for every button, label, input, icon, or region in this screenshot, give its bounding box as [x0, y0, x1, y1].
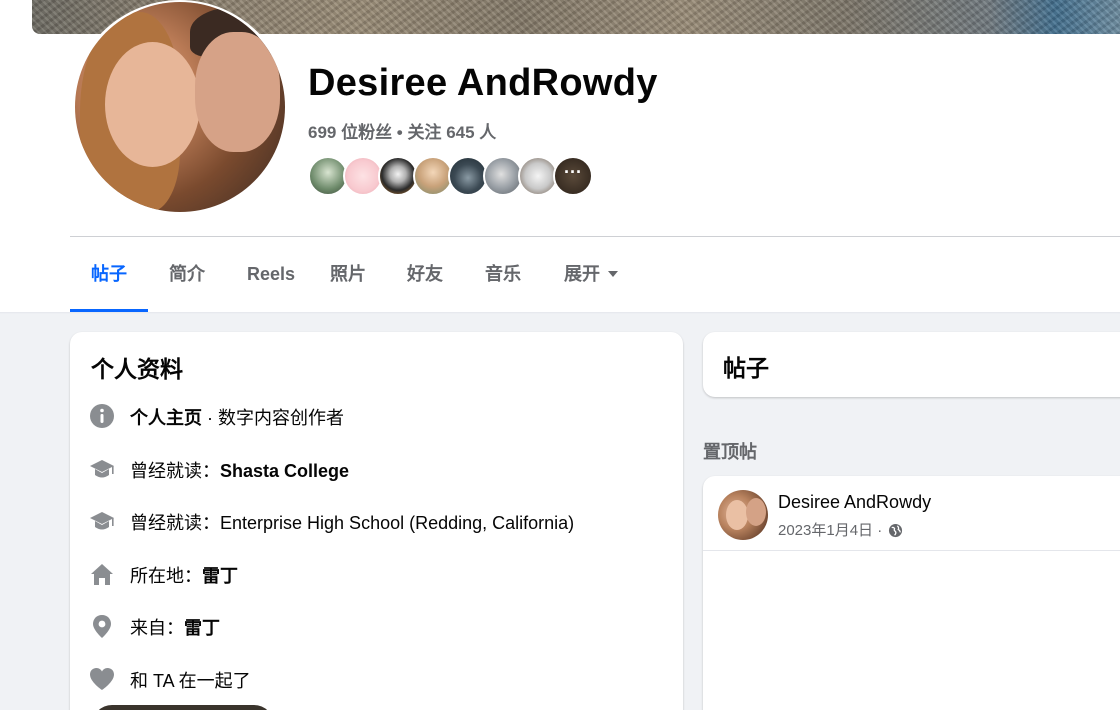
friend-avatar[interactable]: [483, 156, 523, 196]
post-author-avatar[interactable]: [718, 490, 768, 540]
dropdown-caret-icon: [608, 271, 618, 277]
post-meta: 2023年1月4日 ·: [778, 519, 903, 540]
post-date[interactable]: 2023年1月4日 ·: [778, 522, 886, 539]
location-pin-icon: [93, 615, 111, 638]
home-icon: [91, 564, 113, 585]
intro-label: 曾经就读：: [130, 513, 220, 533]
intro-title: 个人资料: [91, 356, 183, 382]
profile-name: Desiree AndRowdy: [308, 62, 658, 104]
tab-posts[interactable]: 帖子: [70, 237, 148, 312]
posts-header-card: 帖子: [703, 332, 1120, 397]
post-author-name[interactable]: Desiree AndRowdy: [778, 492, 931, 513]
pinned-post-card: Desiree AndRowdy 2023年1月4日 ·: [703, 476, 1120, 710]
globe-icon: [889, 523, 903, 538]
intro-label: 曾经就读：: [130, 461, 220, 481]
tab-more[interactable]: 展开: [550, 237, 632, 312]
posts-title: 帖子: [723, 355, 769, 381]
relationship-status: 和 TA 在一起了: [130, 671, 251, 691]
info-icon: [90, 404, 114, 428]
heart-icon: [90, 668, 114, 690]
friend-avatar[interactable]: [308, 156, 348, 196]
tab-friends[interactable]: 好友: [393, 237, 457, 312]
more-friends-button[interactable]: ···: [553, 156, 593, 196]
friend-avatar[interactable]: [378, 156, 418, 196]
header-shadow: [0, 312, 1120, 314]
friend-avatar[interactable]: [518, 156, 558, 196]
current-city-link[interactable]: 雷丁: [202, 566, 238, 586]
hometown-link[interactable]: 雷丁: [184, 618, 220, 638]
profile-header: Desiree AndRowdy 699 位粉丝 • 关注 645 人 ··· …: [0, 0, 1120, 312]
highschool-link[interactable]: Enterprise High School (Redding, Califor…: [220, 513, 574, 533]
intro-label: 来自：: [130, 618, 184, 638]
tab-reels[interactable]: Reels: [232, 237, 310, 312]
tab-music[interactable]: 音乐: [471, 237, 535, 312]
more-dots-icon: ···: [564, 162, 582, 182]
intro-page-type[interactable]: 个人主页: [130, 408, 202, 428]
intro-page-category: · 数字内容创作者: [202, 408, 344, 428]
pinned-posts-label: 置顶帖: [703, 442, 757, 462]
profile-avatar[interactable]: [75, 2, 285, 212]
friend-avatar[interactable]: [448, 156, 488, 196]
friend-avatar[interactable]: [343, 156, 383, 196]
intro-action-button[interactable]: [92, 705, 274, 710]
follower-stats[interactable]: 699 位粉丝 • 关注 645 人: [308, 118, 496, 143]
tab-photos[interactable]: 照片: [316, 237, 380, 312]
college-link[interactable]: Shasta College: [220, 461, 349, 481]
tab-about[interactable]: 简介: [154, 237, 220, 312]
intro-card: 个人资料 个人主页 · 数字内容创作者 曾经就读：Shasta College …: [70, 332, 683, 710]
post-divider: [703, 550, 1120, 551]
friend-avatar[interactable]: [413, 156, 453, 196]
intro-label: 所在地：: [130, 566, 202, 586]
graduation-cap-icon: [90, 460, 114, 478]
graduation-cap-icon: [90, 512, 114, 530]
